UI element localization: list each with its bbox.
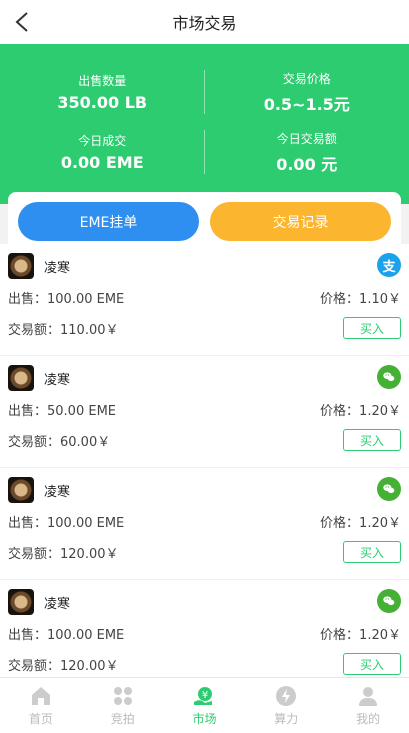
wechat-icon xyxy=(377,365,401,389)
avatar xyxy=(8,253,34,279)
eme-orders-button[interactable]: EME挂单 xyxy=(18,202,199,241)
home-icon xyxy=(31,687,50,705)
stat-label: 今日成交 xyxy=(78,134,127,148)
tab-hashrate[interactable]: 算力 xyxy=(245,678,327,733)
stat-label: 出售数量 xyxy=(78,74,127,88)
sell-quantity: 出售：100.00 EME xyxy=(8,628,125,643)
tab-mine[interactable]: 我的 xyxy=(327,678,409,733)
seller-name: 凌寒 xyxy=(44,596,71,612)
list-item: 凌寒 出售：100.00 EME 价格：1.20￥ 交易额：120.00￥ 买入 xyxy=(0,580,409,678)
trade-amount: 交易额：110.00￥ xyxy=(8,322,119,338)
buy-button[interactable]: 买入 xyxy=(343,541,401,563)
seller-name: 凌寒 xyxy=(44,260,71,276)
market-icon: ¥ xyxy=(194,687,213,705)
stat-today-deals: 今日成交 0.00 EME xyxy=(0,122,205,182)
tab-market[interactable]: ¥ 市场 xyxy=(164,678,246,733)
buy-button[interactable]: 买入 xyxy=(343,429,401,451)
order-list: 凌寒 支 出售：100.00 EME 价格：1.10￥ 交易额：110.00￥ … xyxy=(0,244,409,678)
buy-button[interactable]: 买入 xyxy=(343,317,401,339)
trade-records-button[interactable]: 交易记录 xyxy=(210,202,391,241)
trade-amount: 交易额：120.00￥ xyxy=(8,546,119,562)
sell-quantity: 出售：100.00 EME xyxy=(8,516,125,531)
top-bar: 市场交易 xyxy=(0,0,409,44)
tab-label: 算力 xyxy=(274,712,299,726)
unit-price: 价格：1.10￥ xyxy=(320,292,401,307)
stat-value: 0.5~1.5元 xyxy=(263,94,350,114)
user-icon xyxy=(359,687,378,706)
back-button[interactable] xyxy=(8,8,36,36)
avatar xyxy=(8,589,34,615)
seller-name: 凌寒 xyxy=(44,372,71,388)
tab-label: 首页 xyxy=(28,712,53,726)
page-title: 市场交易 xyxy=(172,14,237,33)
sell-quantity: 出售：100.00 EME xyxy=(8,292,125,307)
wechat-icon xyxy=(377,477,401,501)
tab-label: 竞拍 xyxy=(110,712,135,726)
stats-panel: 出售数量 350.00 LB 交易价格 0.5~1.5元 今日成交 0.00 E… xyxy=(0,44,409,204)
unit-price: 价格：1.20￥ xyxy=(320,404,401,419)
list-item: 凌寒 出售：100.00 EME 价格：1.20￥ 交易额：120.00￥ 买入 xyxy=(0,468,409,580)
stat-today-amount: 今日交易额 0.00 元 xyxy=(205,122,409,182)
list-item: 凌寒 出售：50.00 EME 价格：1.20￥ 交易额：60.00￥ 买入 xyxy=(0,356,409,468)
tab-auction[interactable]: 竞拍 xyxy=(82,678,164,733)
avatar xyxy=(8,365,34,391)
trade-amount: 交易额：120.00￥ xyxy=(8,658,119,674)
list-item: 凌寒 支 出售：100.00 EME 价格：1.10￥ 交易额：110.00￥ … xyxy=(0,244,409,356)
sell-quantity: 出售：50.00 EME xyxy=(8,404,116,419)
stat-label: 交易价格 xyxy=(282,71,331,86)
chevron-left-icon xyxy=(15,12,28,32)
lightning-icon xyxy=(276,686,297,706)
trade-amount: 交易额：60.00￥ xyxy=(8,434,111,450)
stat-value: 350.00 LB xyxy=(57,93,148,112)
buy-button[interactable]: 买入 xyxy=(343,653,401,675)
wechat-icon xyxy=(377,589,401,613)
seller-name: 凌寒 xyxy=(44,484,71,500)
avatar xyxy=(8,477,34,503)
stat-label: 今日交易额 xyxy=(276,131,337,146)
svg-text:¥: ¥ xyxy=(202,690,208,701)
stat-sell-quantity: 出售数量 350.00 LB xyxy=(0,62,205,122)
action-tabs: EME挂单 交易记录 xyxy=(8,192,401,244)
bottom-tab-bar: 首页 竞拍 ¥ 市场 算力 我的 xyxy=(0,677,409,733)
stat-trade-price: 交易价格 0.5~1.5元 xyxy=(205,62,409,122)
stat-value: 0.00 元 xyxy=(276,154,338,174)
unit-price: 价格：1.20￥ xyxy=(320,628,401,643)
alipay-icon: 支 xyxy=(377,253,401,277)
grid-icon xyxy=(113,687,132,705)
tab-label: 市场 xyxy=(192,712,217,726)
tab-label: 我的 xyxy=(356,712,381,726)
tab-home[interactable]: 首页 xyxy=(0,678,82,733)
unit-price: 价格：1.20￥ xyxy=(320,516,401,531)
stat-value: 0.00 EME xyxy=(60,153,144,172)
